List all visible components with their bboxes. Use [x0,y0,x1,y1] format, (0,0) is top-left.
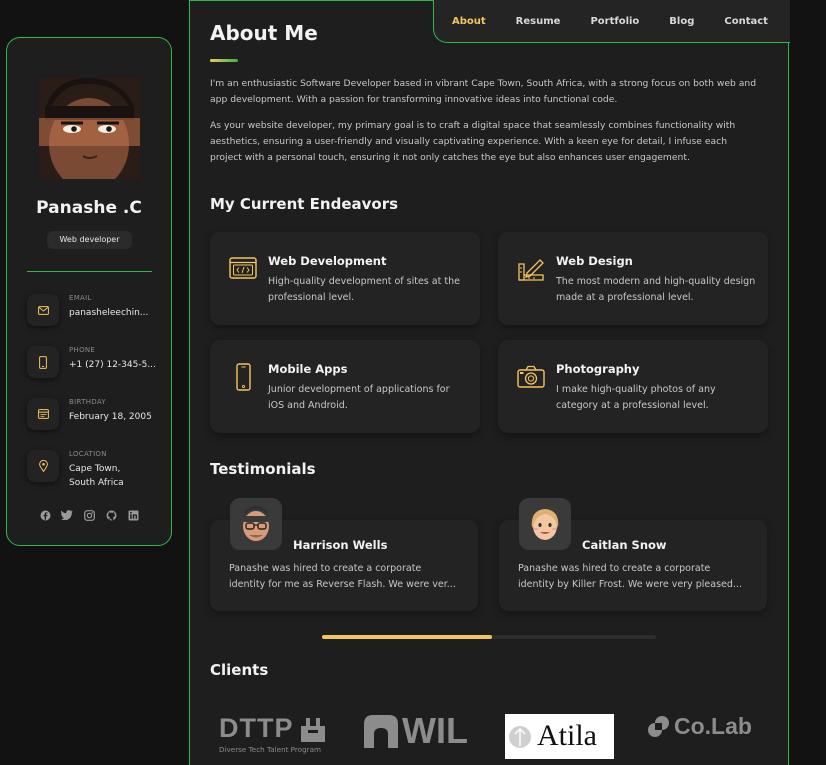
testimonial-avatar [230,498,282,550]
calendar-icon [27,398,59,430]
service-card-web-development: Web Development High-quality development… [210,232,480,325]
phone-link[interactable]: +1 (27) 12-345-5... [69,358,161,372]
testimonial-card[interactable]: Harrison Wells Panashe was hired to crea… [210,498,478,611]
testimonial-text: Panashe was hired to create a corporate … [229,563,456,590]
location-pin-icon [27,450,59,482]
client-logo-wil[interactable]: WIL [362,711,474,751]
main-content: About Resume Portfolio Blog Contact Abou… [189,0,790,765]
profile-avatar [39,78,140,179]
social-links [7,509,171,521]
testimonial-text: Panashe was hired to create a corporate … [518,563,742,590]
testimonial-name: Harrison Wells [293,538,388,552]
service-card-web-design: Web Design The most modern and high-qual… [498,232,768,325]
service-title: Web Development [268,254,387,268]
testimonial-name: Caitlan Snow [582,538,667,552]
github-icon[interactable] [105,509,117,521]
title-underline [210,59,238,62]
facebook-icon[interactable] [39,509,51,521]
client-logo-colab[interactable]: Co.Lab [646,713,761,743]
contact-label: LOCATION [69,450,107,458]
atila-mark-icon [509,726,531,748]
camera-icon [516,362,546,392]
nav-blog[interactable]: Blog [669,16,694,27]
colab-mark-icon [648,716,669,737]
testimonial-avatar [519,498,571,550]
contact-birthday: BIRTHDAY February 18, 2005 [27,396,167,432]
profile-sidebar: Panashe .C Web developer EMAIL panashele… [6,37,172,546]
contact-email: EMAIL panasheleechin... [27,292,167,328]
contact-phone: PHONE +1 (27) 12-345-5... [27,344,167,380]
code-window-icon [228,254,258,284]
service-title: Photography [556,362,640,376]
profile-name: Panashe .C [36,198,142,218]
design-pencil-icon [516,254,546,284]
service-card-photography: Photography I make high-quality photos o… [498,340,768,433]
nav-about[interactable]: About [452,16,486,27]
nav-resume[interactable]: Resume [516,16,561,27]
about-paragraph-1: I'm an enthusiastic Software Developer b… [210,78,757,105]
linkedin-icon[interactable] [127,509,139,521]
instagram-icon[interactable] [83,509,95,521]
nav-contact[interactable]: Contact [724,16,768,27]
top-navbar: About Resume Portfolio Blog Contact [433,0,790,43]
scrollbar-thumb[interactable] [322,635,493,639]
dttp-mark-icon [301,718,325,742]
contact-label: EMAIL [69,294,92,302]
about-paragraph-2: As your website developer, my primary go… [210,120,736,163]
service-title: Mobile Apps [268,362,348,376]
service-card-mobile-apps: Mobile Apps Junior development of applic… [210,340,480,433]
client-logo-atila[interactable]: Atila [505,714,614,759]
nav-portfolio[interactable]: Portfolio [590,16,639,27]
contact-location: LOCATION Cape Town, South Africa [27,448,167,494]
email-link[interactable]: panasheleechin... [69,306,161,320]
smartphone-icon [228,362,258,392]
wil-mark-icon [364,715,398,748]
service-description: I make high-quality photos of any catego… [556,384,716,411]
mail-icon [27,294,59,326]
testimonials-scrollbar[interactable] [322,635,656,639]
phone-icon [27,346,59,378]
location-value: Cape Town, South Africa [69,464,124,488]
service-title: Web Design [556,254,633,268]
page-title: About Me [210,21,318,45]
testimonial-card[interactable]: Caitlan Snow Panashe was hired to create… [499,498,767,611]
profile-title-badge: Web developer [47,231,132,249]
clients-heading: Clients [210,661,269,679]
service-description: Junior development of applications for i… [268,384,450,411]
endeavors-heading: My Current Endeavors [210,195,399,213]
twitter-icon[interactable] [61,509,73,521]
contact-label: BIRTHDAY [69,398,106,406]
sidebar-divider [27,271,152,272]
client-logo-dttp[interactable]: DTTP Diverse Tech Talent Program [219,713,331,757]
birthday-value: February 18, 2005 [69,412,152,422]
testimonials-heading: Testimonials [210,460,316,478]
contact-label: PHONE [69,346,96,354]
service-description: High-quality development of sites at the… [268,276,460,303]
service-description: The most modern and high-quality design … [556,276,756,303]
